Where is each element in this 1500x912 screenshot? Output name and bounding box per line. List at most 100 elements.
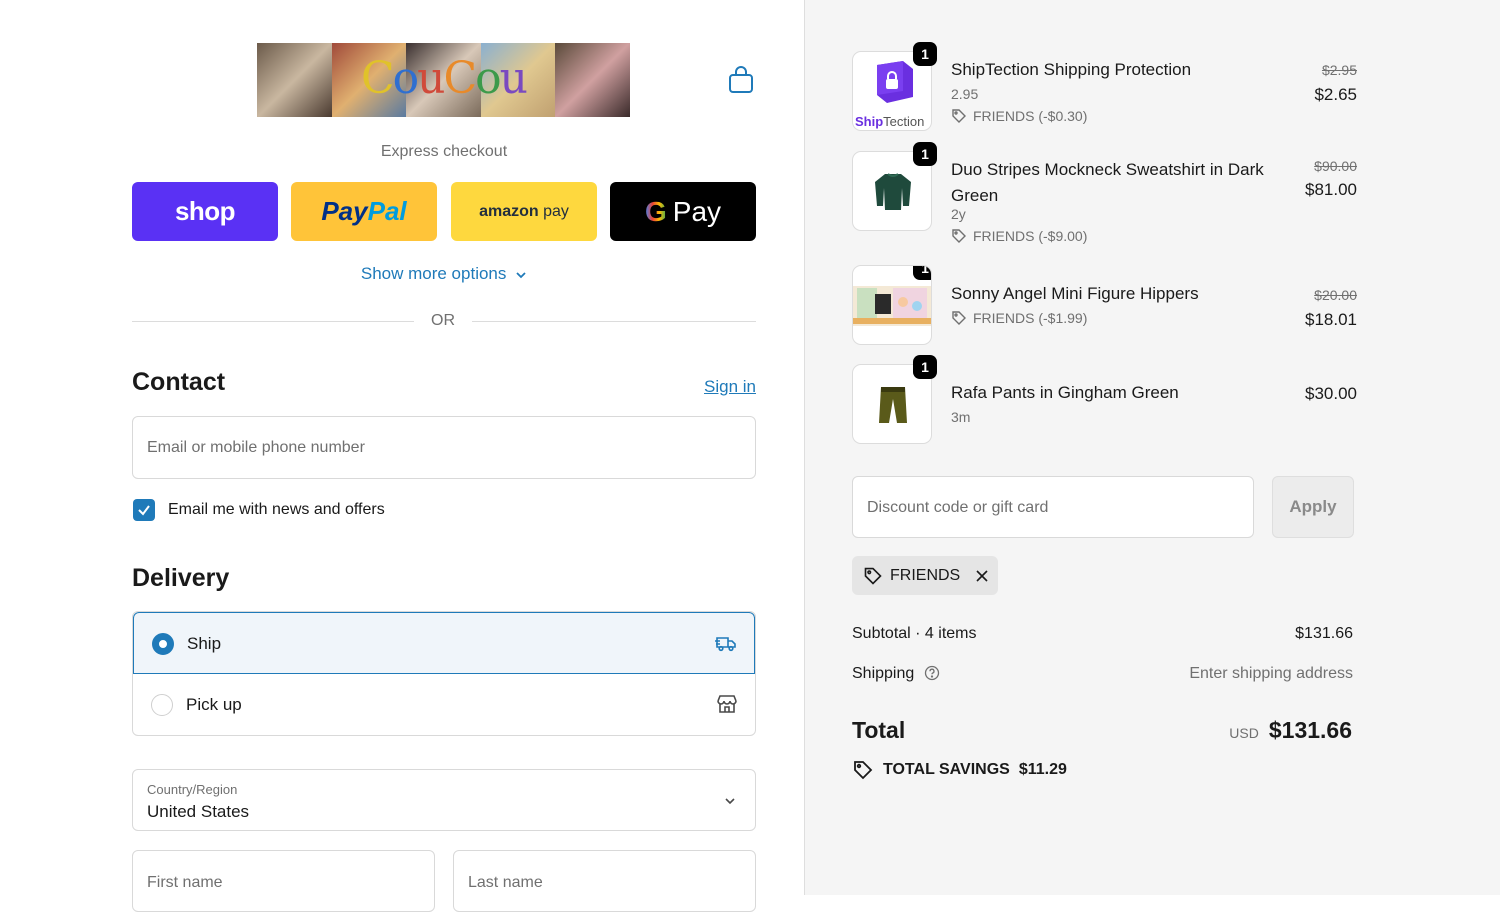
item-original-price: $2.95 (1321, 62, 1357, 78)
store-icon (717, 695, 737, 713)
google-pay-label: Pay (672, 195, 722, 227)
chevron-down-icon (725, 798, 735, 805)
shipping-label: Shipping (852, 665, 915, 682)
line-item: 1 Duo Stripes Mockneck Sweatshirt in Dar… (852, 142, 1357, 251)
shop-pay-button[interactable]: shop (132, 182, 278, 241)
show-more-options-link[interactable]: Show more options (132, 264, 756, 284)
ship-radio[interactable] (152, 633, 174, 655)
apply-label: Apply (1289, 497, 1337, 516)
google-g-icon: G (644, 195, 667, 227)
item-discount-label: FRIENDS (-$1.99) (973, 310, 1088, 326)
item-variant: 3m (951, 409, 971, 425)
order-summary-panel: ShipTection 1 ShipTection Shipping Prote… (804, 0, 1500, 895)
item-name: ShipTection Shipping Protection (951, 60, 1192, 79)
truck-icon (715, 637, 736, 652)
item-original-price: $20.00 (1314, 287, 1357, 303)
help-icon[interactable] (924, 665, 940, 681)
shopping-bag-icon[interactable] (728, 66, 754, 94)
news-offers-checkbox[interactable] (133, 499, 155, 521)
paypal-label-pay: Pay (321, 196, 368, 226)
store-logo[interactable]: CouCou (257, 43, 630, 117)
item-original-price: $90.00 (1314, 158, 1357, 174)
item-discount: FRIENDS (-$9.00) (951, 228, 1087, 244)
tag-icon (864, 567, 882, 585)
last-name-placeholder: Last name (468, 874, 543, 891)
last-name-field[interactable]: Last name (453, 850, 756, 912)
item-discount-label: FRIENDS (-$9.00) (973, 228, 1088, 244)
divider-right (472, 321, 756, 322)
applied-discount-chip: FRIENDS (852, 556, 998, 595)
item-price: $81.00 (1305, 180, 1357, 199)
currency-code: USD (1229, 725, 1259, 741)
total-label: Total (852, 717, 906, 743)
shield-lock-icon (877, 61, 913, 103)
email-field[interactable]: Email or mobile phone number (132, 416, 756, 479)
checkout-form-panel: CouCou Express checkout shop Pay Pal amaz… (0, 0, 804, 912)
or-divider-text: OR (431, 312, 455, 329)
news-offers-label: Email me with news and offers (168, 501, 385, 518)
contact-heading: Contact (132, 368, 226, 396)
country-region-select[interactable]: Country/Region United States (132, 769, 756, 831)
apply-discount-button[interactable]: Apply (1272, 476, 1354, 538)
quantity-badge: 1 (913, 355, 937, 379)
total-savings: TOTAL SAVINGS $11.29 (852, 759, 1067, 781)
shiptection-thumb-label: ShipTection (855, 114, 925, 129)
item-name: Duo Stripes Mockneck Sweatshirt in Dark … (951, 160, 1264, 205)
email-placeholder: Email or mobile phone number (147, 439, 365, 456)
sweatshirt-image (875, 173, 911, 210)
tag-icon (952, 109, 966, 123)
line-item: ShipTection 1 ShipTection Shipping Prote… (852, 42, 1357, 133)
tag-icon (952, 311, 966, 325)
pickup-label: Pick up (186, 695, 242, 714)
pickup-radio[interactable] (151, 694, 173, 716)
amazon-pay-button[interactable]: amazon pay (451, 182, 597, 241)
item-variant: 2.95 (951, 86, 979, 102)
discount-code-placeholder: Discount code or gift card (867, 499, 1049, 516)
delivery-option-ship[interactable]: Ship (133, 612, 755, 674)
quantity-badge: 1 (913, 142, 937, 166)
item-thumbnail: ShipTection 1 (852, 42, 937, 131)
delivery-heading: Delivery (132, 564, 230, 592)
first-name-placeholder: First name (147, 874, 223, 891)
item-price: $30.00 (1305, 384, 1357, 403)
amazon-pay-label: pay (538, 202, 569, 220)
item-variant: 2y (951, 206, 966, 222)
quantity-badge: 1 (913, 266, 931, 280)
subtotal-value: $131.66 (1295, 625, 1353, 642)
subtotal-label: Subtotal · 4 items (852, 625, 977, 642)
pants-image (879, 387, 907, 423)
discount-code-input[interactable]: Discount code or gift card (852, 476, 1254, 538)
applied-code-label: FRIENDS (890, 566, 961, 584)
paypal-button[interactable]: Pay Pal (291, 182, 437, 241)
checkmark-icon (138, 505, 150, 516)
line-item: 1 Sonny Angel Mini Figure Hippers FRIEND… (852, 265, 1357, 347)
paypal-label-pal: Pal (367, 196, 407, 226)
country-label: Country/Region (147, 782, 238, 797)
sign-in-link[interactable]: Sign in (704, 377, 756, 397)
delivery-method-group: Ship Pick up (132, 611, 756, 736)
savings-value: $11.29 (1018, 761, 1067, 778)
chevron-down-icon (516, 271, 526, 278)
item-discount: FRIENDS (-$0.30) (951, 108, 1087, 124)
divider-left (132, 321, 414, 322)
shipping-value: Enter shipping address (1189, 665, 1353, 682)
close-icon[interactable] (975, 569, 989, 583)
savings-label: TOTAL SAVINGS (883, 761, 1010, 778)
google-pay-button[interactable]: G Pay (610, 182, 756, 241)
item-price: $18.01 (1305, 310, 1357, 329)
item-thumbnail: 1 (852, 142, 937, 231)
ship-label: Ship (187, 634, 222, 653)
total-value: $131.66 (1268, 717, 1352, 743)
item-discount: FRIENDS (-$1.99) (951, 310, 1087, 326)
show-more-options-label: Show more options (360, 264, 507, 283)
line-item: 1 Rafa Pants in Gingham Green 3m $30.00 (852, 355, 1357, 446)
country-value: United States (147, 802, 250, 821)
store-logo-text: CouCou (360, 53, 528, 104)
item-thumbnail: 1 (852, 355, 937, 444)
amazon-label: amazon (479, 202, 539, 220)
subtotal-row: Subtotal · 4 items $131.66 (852, 625, 1353, 643)
total-amount: USD $131.66 (1229, 717, 1352, 744)
first-name-field[interactable]: First name (132, 850, 435, 912)
quantity-badge: 1 (913, 42, 937, 66)
delivery-option-pickup[interactable]: Pick up (133, 674, 755, 735)
